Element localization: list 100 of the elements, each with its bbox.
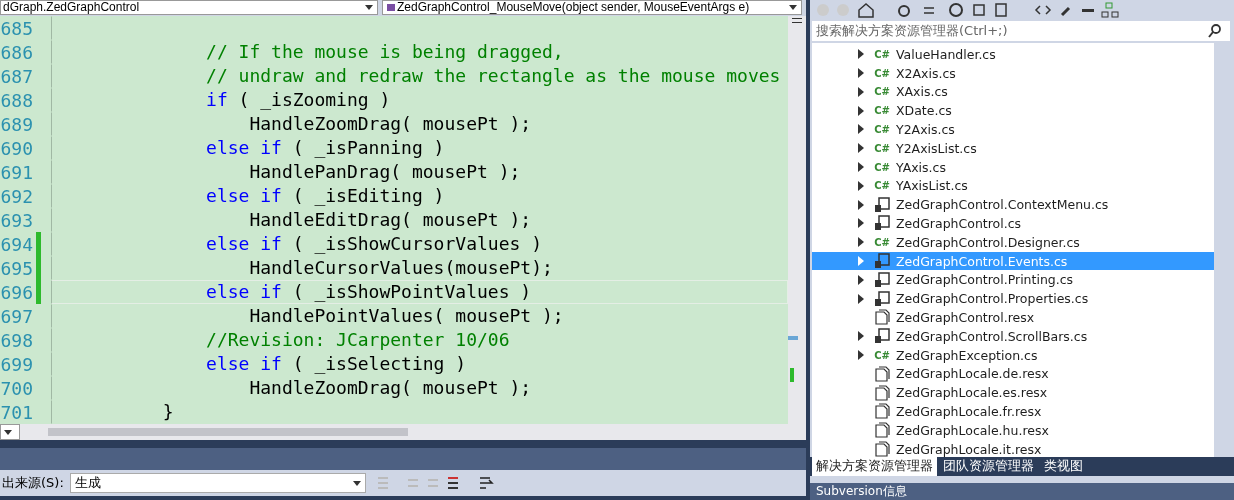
panel-tab[interactable]: 类视图: [1040, 457, 1087, 476]
component-file-icon: [874, 328, 890, 345]
code-line: // undraw and redraw the rectangle as the mouse moves: [205, 65, 781, 87]
tree-item[interactable]: ZedGraphLocale.hu.resx: [812, 420, 1214, 440]
line-number: 694: [0, 233, 33, 255]
code-line: HandleEditDrag( mousePt );: [248, 209, 532, 231]
member-dropdown[interactable]: ZedGraphControl_MouseMove(object sender, MouseEventArgs e): [382, 0, 802, 15]
line-number: 693: [0, 209, 33, 231]
code-line: else if ( _isShowCursorValues ): [205, 233, 542, 255]
expand-arrow-icon[interactable]: [858, 49, 864, 60]
file-icon: [874, 365, 890, 382]
component-file-icon: [874, 196, 890, 213]
code-line: HandleZoomDrag( mousePt );: [248, 377, 532, 399]
code-line: HandlePanDrag( mousePt );: [248, 161, 521, 183]
line-number: 695: [0, 257, 33, 279]
search-field[interactable]: 搜索解决方案资源管理器(Ctrl+;): [812, 20, 1200, 41]
tree-item[interactable]: C# XAxis.cs: [812, 82, 1214, 102]
csharp-file-icon: C#: [874, 180, 890, 192]
line-number: 701: [0, 401, 33, 423]
expand-arrow-icon[interactable]: [858, 180, 864, 191]
csharp-file-icon: C#: [874, 142, 890, 154]
search-icon[interactable]: [1200, 20, 1230, 41]
tree-item[interactable]: C# ValueHandler.cs: [812, 44, 1214, 64]
tree-item[interactable]: ZedGraphControl.cs: [812, 214, 1214, 233]
tree-item[interactable]: C# YAxisList.cs: [812, 176, 1214, 196]
code-line: else if ( _isEditing ): [205, 185, 445, 207]
file-icon: [874, 441, 890, 457]
expand-arrow-icon[interactable]: [858, 143, 864, 154]
csharp-file-icon: C#: [874, 349, 890, 361]
line-number: 696: [0, 281, 33, 303]
output-source-dropdown[interactable]: 生成: [69, 473, 366, 493]
line-number: 690: [0, 137, 33, 159]
csharp-file-icon: C#: [874, 161, 890, 173]
expand-arrow-icon[interactable]: [858, 86, 864, 97]
file-icon: [874, 384, 890, 401]
csharp-file-icon: C#: [874, 86, 890, 98]
line-number: 698: [0, 329, 33, 351]
code-line: if ( _isZooming ): [205, 89, 391, 111]
expand-arrow-icon[interactable]: [858, 218, 864, 229]
line-number: 685: [0, 17, 33, 39]
line-number: 692: [0, 185, 33, 207]
code-line: else if ( _isSelecting ): [205, 353, 467, 375]
csharp-file-icon: C#: [874, 236, 890, 248]
tree-item[interactable]: ZedGraphControl.Properties.cs: [812, 289, 1214, 309]
code-line: else if ( _isPanning ): [205, 137, 445, 159]
tree-item[interactable]: ZedGraphControl.ContextMenu.cs: [812, 195, 1214, 215]
component-file-icon: [874, 290, 890, 307]
file-icon: [874, 422, 890, 439]
csharp-file-icon: C#: [874, 48, 890, 60]
component-file-icon: [874, 271, 890, 288]
code-line: HandleZoomDrag( mousePt );: [248, 113, 532, 135]
code-line: }: [161, 401, 174, 423]
zoom-dropdown[interactable]: [0, 424, 20, 440]
tree-item[interactable]: C# Y2Axis.cs: [812, 120, 1214, 139]
csharp-file-icon: C#: [874, 105, 890, 117]
line-number: 697: [0, 305, 33, 327]
code-line: else if ( _isShowPointValues ): [205, 281, 532, 303]
code-line: //Revision: JCarpenter 10/06: [205, 329, 510, 351]
component-file-icon: [874, 215, 890, 232]
file-icon: [874, 403, 890, 420]
code-line: // If the mouse is being dragged,: [205, 41, 564, 63]
panel-tab[interactable]: 解决方案资源管理器: [812, 457, 937, 476]
tree-item[interactable]: C# YAxis.cs: [812, 157, 1214, 177]
csharp-file-icon: C#: [874, 67, 890, 79]
tree-item[interactable]: ZedGraphControl.resx: [812, 308, 1214, 327]
tree-item[interactable]: ZedGraphControl.ScrollBars.cs: [812, 326, 1214, 346]
expand-arrow-icon[interactable]: [858, 274, 864, 285]
expand-arrow-icon[interactable]: [858, 293, 864, 304]
tree-item[interactable]: ZedGraphLocale.de.resx: [812, 364, 1214, 384]
file-icon: [874, 309, 890, 326]
vertical-scrollbar[interactable]: [788, 16, 806, 424]
panel-title: Subversion信息: [815, 483, 908, 500]
line-number: 699: [0, 353, 33, 375]
expand-arrow-icon[interactable]: [858, 199, 864, 210]
output-source-label: 出来源(S):: [2, 474, 64, 492]
code-line: HandleCursorValues(mousePt);: [248, 257, 553, 279]
tree-item[interactable]: ZedGraphLocale.it.resx: [812, 439, 1214, 457]
line-number: 689: [0, 113, 33, 135]
csharp-file-icon: C#: [874, 124, 890, 135]
tree-item[interactable]: ZedGraphLocale.es.resx: [812, 383, 1214, 403]
line-number: 687: [0, 65, 33, 87]
tree-item[interactable]: ZedGraphLocale.fr.resx: [812, 402, 1214, 421]
expand-arrow-icon[interactable]: [858, 162, 864, 173]
type-dropdown[interactable]: dGraph.ZedGraphControl: [0, 0, 378, 15]
tree-item[interactable]: C# ZedGraphException.cs: [812, 345, 1214, 365]
tree-item[interactable]: C# XDate.cs: [812, 101, 1214, 121]
line-number: 686: [0, 41, 33, 63]
expand-arrow-icon[interactable]: [858, 105, 864, 116]
component-file-icon: [874, 253, 890, 270]
tree-item[interactable]: C# Y2AxisList.cs: [812, 138, 1214, 158]
line-number: 700: [0, 377, 33, 399]
word-wrap-icon[interactable]: [477, 474, 496, 492]
expand-arrow-icon[interactable]: [858, 124, 864, 135]
expand-arrow-icon[interactable]: [858, 350, 864, 361]
expand-arrow-icon[interactable]: [858, 331, 864, 342]
panel-tab[interactable]: 团队资源管理器: [939, 457, 1038, 476]
tree-item[interactable]: ZedGraphControl.Printing.cs: [812, 270, 1214, 290]
expand-arrow-icon[interactable]: [858, 68, 864, 79]
line-number: 691: [0, 161, 33, 183]
tree-item[interactable]: C# X2Axis.cs: [812, 63, 1214, 83]
